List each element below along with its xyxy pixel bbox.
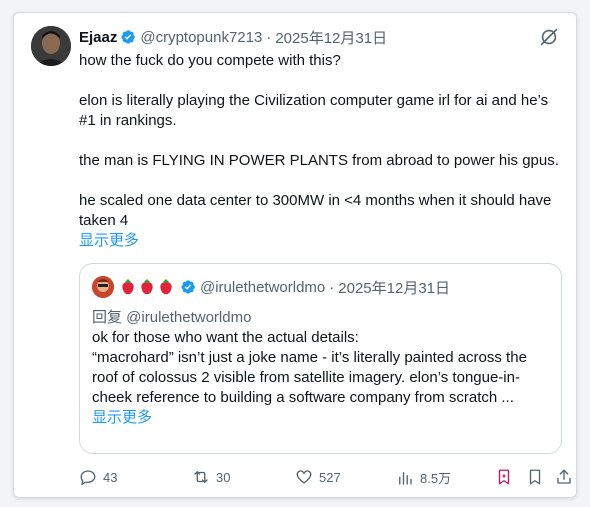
author-name[interactable]: Ejaaz (79, 29, 117, 46)
share-icon (557, 469, 571, 484)
repost-count: 30 (216, 469, 231, 485)
view-count: 8.5万 (420, 471, 452, 486)
action-bar: 43 30 527 8.5万 (79, 468, 571, 488)
quote-text: ok for those who want the actual details… (92, 328, 552, 428)
reply-button[interactable]: 43 (79, 468, 117, 486)
tweet-text: how the fuck do you compete with this? e… (79, 51, 559, 251)
strawberry-emoji-icon (139, 278, 155, 296)
tweet-header: Ejaaz @cryptopunk7213 · 2025年12月31日 (79, 27, 387, 47)
tweet-paragraph: how the fuck do you compete with this? (79, 52, 341, 69)
quote-line: “macrohard” isn’t just a joke name - it’… (92, 349, 527, 406)
views-button[interactable]: 8.5万 (396, 468, 451, 487)
grok-bookmark-button[interactable] (495, 468, 513, 486)
quote-author-avatar[interactable] (92, 276, 114, 298)
author-avatar[interactable] (31, 26, 71, 66)
views-chart-icon (399, 471, 412, 485)
quote-header: @irulethetworldmo · 2025年12月31日 (92, 276, 450, 298)
like-button[interactable]: 527 (295, 468, 341, 486)
grok-icon[interactable] (538, 26, 560, 48)
quote-author-handle[interactable]: @irulethetworldmo (200, 279, 325, 296)
verified-badge-icon (120, 29, 136, 45)
heart-icon (296, 470, 312, 484)
reply-count: 43 (103, 469, 118, 485)
separator: · (266, 28, 272, 46)
show-more-link[interactable]: 显示更多 (79, 232, 139, 249)
quote-line: ok for those who want the actual details… (92, 329, 359, 346)
strawberry-emoji-icon (120, 278, 136, 296)
strawberry-emoji-icon (158, 278, 174, 296)
tweet-date[interactable]: 2025年12月31日 (275, 27, 387, 48)
replying-to[interactable]: 回复 @irulethetworldmo (92, 306, 251, 327)
reply-icon (80, 470, 96, 486)
separator: · (329, 278, 335, 296)
tweet-paragraph: elon is literally playing the Civilizati… (79, 92, 549, 129)
share-button[interactable] (555, 468, 573, 486)
quote-date[interactable]: 2025年12月31日 (338, 277, 450, 298)
bookmark-button[interactable] (526, 468, 544, 486)
bookmark-sparkle-icon (498, 469, 510, 485)
quote-show-more-link[interactable]: 显示更多 (92, 409, 152, 426)
repost-icon (194, 471, 208, 483)
tweet-card[interactable]: Ejaaz @cryptopunk7213 · 2025年12月31日 how … (13, 12, 577, 498)
author-handle[interactable]: @cryptopunk7213 (140, 29, 262, 46)
verified-badge-icon (180, 279, 196, 295)
quoted-tweet[interactable]: @irulethetworldmo · 2025年12月31日 回复 @irul… (79, 263, 562, 454)
repost-button[interactable]: 30 (192, 468, 230, 486)
tweet-paragraph: the man is FLYING IN POWER PLANTS from a… (79, 152, 559, 169)
bookmark-icon (529, 469, 541, 485)
tweet-paragraph: he scaled one data center to 300MW in <4… (79, 192, 552, 229)
like-count: 527 (319, 469, 341, 485)
